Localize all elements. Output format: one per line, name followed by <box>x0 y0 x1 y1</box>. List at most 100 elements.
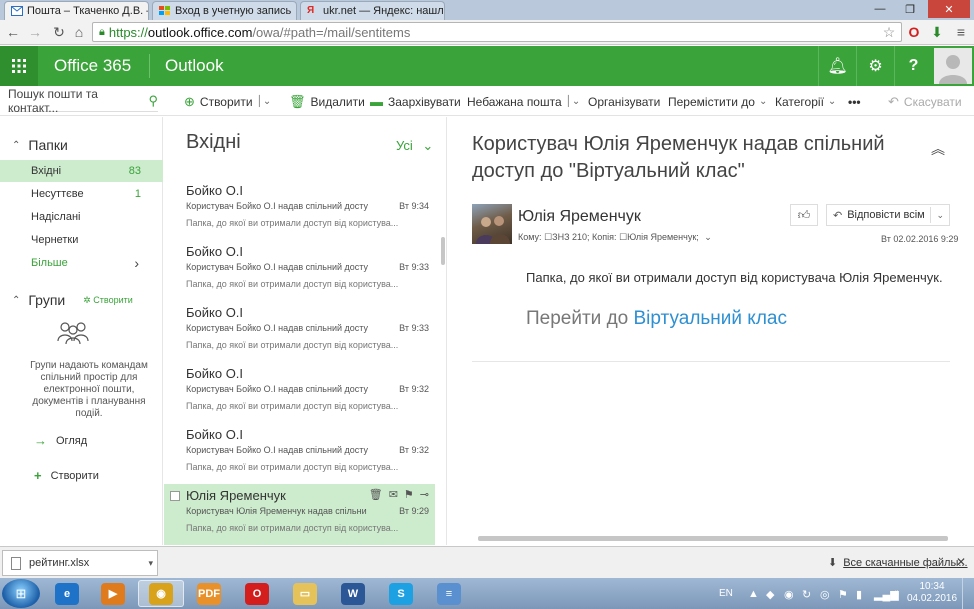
reading-horizontal-scrollbar[interactable] <box>478 536 948 541</box>
taskbar-app-button[interactable]: O <box>234 580 280 607</box>
reply-all-button[interactable]: ↶ Відповісти всім ⌄ <box>826 204 950 226</box>
folder-inbox[interactable]: Вхідні 83 <box>0 160 163 182</box>
folder-drafts[interactable]: Чернетки <box>0 229 163 251</box>
new-message-button[interactable]: ⊕ Створити │⌄ <box>184 87 271 116</box>
notifications-bell-icon[interactable]: 🔔︎ <box>818 46 856 86</box>
tray-sync-icon[interactable]: ↻ <box>802 588 811 601</box>
chevron-down-icon[interactable]: ⌄ <box>931 210 949 221</box>
taskbar-app-button[interactable]: e <box>44 580 90 607</box>
opera-extension-icon[interactable]: O <box>905 22 923 42</box>
message-item-selected[interactable]: Юлія Яременчук 🗑︎ ✉ ⚑ ⊸ Користувач Юлія … <box>164 484 435 545</box>
show-desktop-button[interactable] <box>962 578 974 609</box>
close-window-icon[interactable]: ✕ <box>928 0 970 18</box>
all-downloads-link[interactable]: ⬇ Все скачанные файлы... <box>828 556 968 570</box>
trash-icon[interactable]: 🗑︎ <box>369 488 383 501</box>
taskbar-app-button[interactable]: S <box>378 580 424 607</box>
message-item[interactable]: Бойко О.І Користувач Бойко О.І надав спі… <box>164 301 435 362</box>
tray-expand-icon[interactable]: ▲ <box>748 588 759 600</box>
tray-volume-icon[interactable]: 🔊︎ <box>892 588 899 601</box>
tab-login[interactable]: Вход в учетную запись × <box>152 1 297 20</box>
delete-button[interactable]: 🗑︎ Видалити <box>289 87 365 116</box>
start-button-icon[interactable]: ⊞ <box>2 579 40 608</box>
list-filter-dropdown[interactable]: Усі ⌄ <box>396 138 433 154</box>
opera-icon: O <box>245 582 269 605</box>
search-input[interactable]: Пошук пошти та контакт... ⚲ <box>8 87 158 115</box>
outlook-app-title[interactable]: Outlook <box>165 46 224 86</box>
download-item[interactable]: рейтинг.xlsx ▾ <box>2 550 158 576</box>
tray-chrome-icon[interactable]: ◎ <box>820 588 830 601</box>
move-to-button[interactable]: Перемістити до ⌄ <box>668 87 767 116</box>
to-recipient[interactable]: ЗНЗ 210; <box>552 232 589 242</box>
taskbar-app-button[interactable]: ▶ <box>90 580 136 607</box>
like-button[interactable]: 👍︎ <box>790 204 818 226</box>
browse-groups-link[interactable]: → Огляд <box>34 433 87 448</box>
taskbar-app-button[interactable]: PDF <box>186 580 232 607</box>
tab-yandex[interactable]: Я ukr.net — Яндекс: нашло × <box>300 1 445 20</box>
help-icon[interactable]: ? <box>894 46 932 86</box>
chevron-down-icon[interactable]: │⌄ <box>566 96 581 107</box>
message-checkbox[interactable] <box>170 491 180 501</box>
sweep-button[interactable]: Організувати <box>588 87 660 116</box>
tray-flag-icon[interactable]: ⚑ <box>838 588 848 601</box>
clock-time: 10:34 <box>919 581 945 592</box>
home-icon[interactable]: ⌂ <box>70 22 88 42</box>
tray-app-icon[interactable]: ◆ <box>766 588 774 601</box>
back-icon[interactable]: ← <box>4 22 22 42</box>
goto-folder-link[interactable]: Віртуальний клас <box>634 308 787 329</box>
taskbar-app-button[interactable]: ▭ <box>282 580 328 607</box>
archive-button[interactable]: ▬ Заархівувати <box>370 87 461 116</box>
chevron-down-icon[interactable]: │⌄ <box>257 96 272 107</box>
download-extension-icon[interactable]: ⬇ <box>928 22 946 42</box>
sender-name[interactable]: Юлія Яременчук <box>518 208 641 226</box>
file-manager-icon: ≡ <box>437 582 461 605</box>
more-commands-button[interactable]: ••• <box>848 87 861 116</box>
new-tab-button[interactable] <box>448 1 476 20</box>
close-download-bar-icon[interactable]: ✕ <box>956 555 966 569</box>
close-tab-icon[interactable]: × <box>291 5 296 17</box>
tray-power-icon[interactable]: ▮ <box>856 588 862 601</box>
undo-button[interactable]: ↶ Скасувати <box>888 87 962 116</box>
junk-button[interactable]: Небажана пошта │⌄ <box>467 87 580 116</box>
categories-button[interactable]: Категорії ⌄ <box>775 87 836 116</box>
forward-icon[interactable]: → <box>26 22 44 42</box>
mark-read-icon[interactable]: ✉ <box>389 488 398 501</box>
groups-section-header[interactable]: ⌃ Групи ✲ Створити <box>12 292 133 308</box>
app-launcher-icon[interactable] <box>0 46 38 86</box>
sender-photo[interactable] <box>472 204 512 244</box>
settings-gear-icon[interactable]: ⚙ <box>856 46 894 86</box>
search-icon[interactable]: ⚲ <box>148 93 158 109</box>
more-folders-link[interactable]: Більше › <box>0 252 163 274</box>
taskbar-app-button[interactable]: ≡ <box>426 580 472 607</box>
bookmark-star-icon[interactable]: ☆ <box>880 22 898 42</box>
taskbar-app-button[interactable]: ◉ <box>138 580 184 607</box>
taskbar-clock[interactable]: 10:34 04.02.2016 <box>906 581 958 605</box>
create-group-link[interactable]: + Створити <box>34 468 99 483</box>
office365-brand[interactable]: Office 365 <box>54 46 131 86</box>
chevron-down-icon[interactable]: ▾ <box>148 558 157 569</box>
message-item[interactable]: Бойко О.І Користувач Бойко О.І надав спі… <box>164 362 435 423</box>
message-item[interactable]: Бойко О.І Користувач Бойко О.І надав спі… <box>164 240 435 301</box>
browser-menu-icon[interactable]: ≡ <box>952 22 970 42</box>
windows-logo-icon <box>159 6 170 15</box>
collapse-double-chevron-icon[interactable]: ︽ <box>931 139 945 159</box>
reload-icon[interactable]: ↻ <box>50 22 68 42</box>
folder-sent[interactable]: Надіслані <box>0 206 163 228</box>
list-scrollbar-thumb[interactable] <box>441 237 445 265</box>
minimize-icon[interactable]: — <box>866 0 894 18</box>
message-item[interactable]: Бойко О.І Користувач Бойко О.І надав спі… <box>164 423 435 484</box>
tab-outlook-mail[interactable]: Пошта – Ткаченко Д.В. – × <box>4 1 149 20</box>
expand-recipients-icon[interactable]: ⌄ <box>704 232 712 242</box>
cc-recipient[interactable]: Юлія Яременчук; <box>627 232 699 242</box>
message-item[interactable]: Бойко О.І Користувач Бойко О.І надав спі… <box>164 179 435 240</box>
pin-icon[interactable]: ⊸ <box>420 488 429 501</box>
create-group-small-link[interactable]: ✲ Створити <box>83 295 133 306</box>
folder-clutter[interactable]: Несуттєве 1 <box>0 183 163 205</box>
folders-section-header[interactable]: ⌃ Папки <box>12 137 68 153</box>
user-avatar[interactable] <box>932 46 974 86</box>
tray-security-icon[interactable]: ◉ <box>784 588 794 601</box>
flag-icon[interactable]: ⚑ <box>404 488 414 501</box>
address-bar[interactable]: 🔒︎ https:// outlook.office.com /owa/#pat… <box>92 22 902 42</box>
keyboard-language[interactable]: EN <box>719 588 733 599</box>
maximize-icon[interactable]: ❐ <box>896 0 924 18</box>
taskbar-app-button[interactable]: W <box>330 580 376 607</box>
